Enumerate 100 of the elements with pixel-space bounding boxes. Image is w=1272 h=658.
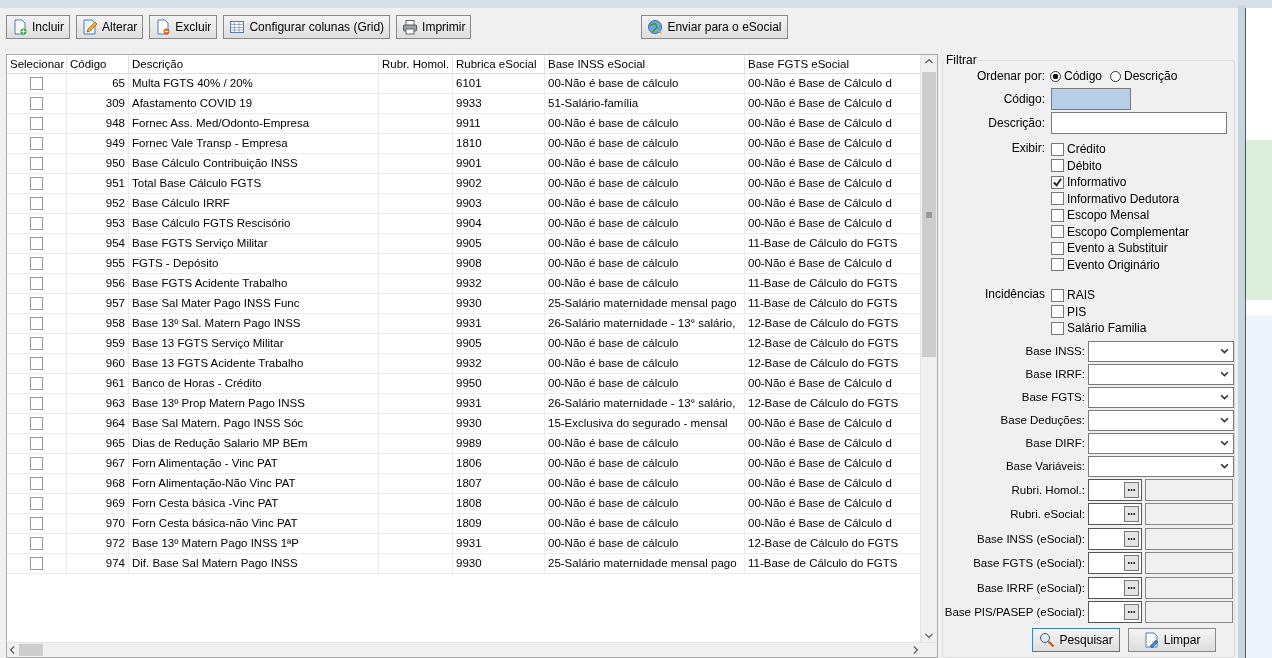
checkbox[interactable] <box>1051 175 1064 189</box>
toolbar-button[interactable]: Imprimir <box>396 15 472 39</box>
input-field[interactable] <box>1088 601 1142 624</box>
ellipsis-button[interactable] <box>1124 481 1139 498</box>
column-header[interactable]: Base INSS eSocial <box>545 55 745 73</box>
column-header[interactable]: Rubrica eSocial <box>453 55 545 73</box>
checkbox[interactable] <box>30 177 43 190</box>
checkbox[interactable] <box>30 477 43 490</box>
checkbox[interactable] <box>30 217 43 230</box>
vertical-scrollbar[interactable] <box>920 55 937 642</box>
radio-button[interactable]: Descrição <box>1110 69 1178 83</box>
table-cell-text: 00-Não é base de cálculo <box>548 496 679 511</box>
column-header[interactable]: Selecionar <box>7 55 67 73</box>
input-field[interactable] <box>1088 478 1142 501</box>
ellipsis-button[interactable] <box>1124 530 1139 547</box>
input-field[interactable] <box>1088 503 1142 526</box>
checkbox[interactable] <box>1051 159 1064 173</box>
dropdown[interactable] <box>1088 455 1234 477</box>
column-header[interactable]: Código <box>67 55 129 73</box>
checkbox-label[interactable]: Informativo Dedutora <box>1067 191 1180 206</box>
action-button[interactable]: Pesquisar <box>1032 627 1121 652</box>
checkbox[interactable] <box>1051 192 1064 206</box>
checkbox-label[interactable]: Escopo Mensal <box>1067 208 1150 223</box>
ellipsis-button[interactable] <box>1124 555 1139 572</box>
input-field[interactable] <box>1088 576 1142 599</box>
table-cell-text: 11-Base de Cálculo do FGTS <box>748 236 898 251</box>
scroll-thumb[interactable] <box>922 72 936 357</box>
toolbar-button[interactable]: Alterar <box>76 15 144 39</box>
ellipsis-button[interactable] <box>1124 579 1139 596</box>
checkbox[interactable] <box>30 157 43 170</box>
input-field[interactable] <box>1088 527 1142 550</box>
checkbox[interactable] <box>1051 225 1064 239</box>
checkbox[interactable] <box>30 357 43 370</box>
ellipsis-button[interactable] <box>1124 604 1139 621</box>
table-cell-text: 967 <box>105 456 125 471</box>
checkbox[interactable] <box>30 457 43 470</box>
checkbox-label[interactable]: Escopo Complementar <box>1067 224 1190 239</box>
checkbox-label[interactable]: Salário Familia <box>1067 321 1147 336</box>
column-header[interactable]: Descrição <box>129 55 379 73</box>
horizontal-scrollbar[interactable] <box>7 642 937 657</box>
checkbox[interactable] <box>30 377 43 390</box>
checkbox-label[interactable]: Crédito <box>1067 142 1106 157</box>
chevron-down-icon <box>1220 439 1229 447</box>
checkbox-label[interactable]: Débito <box>1067 158 1102 173</box>
field-label: Base Variáveis: <box>1004 460 1085 472</box>
checkbox[interactable] <box>1051 208 1064 222</box>
table-cell-text: 6101 <box>456 76 482 91</box>
checkbox[interactable] <box>30 497 43 510</box>
checkbox[interactable] <box>30 197 43 210</box>
table-cell-text: 12-Base de Cálculo do FGTS <box>748 356 899 371</box>
input-field[interactable] <box>1088 552 1142 575</box>
checkbox[interactable] <box>30 297 43 310</box>
toolbar-button[interactable]: Excluir <box>149 15 218 39</box>
checkbox[interactable] <box>30 117 43 130</box>
table-cell-text: 26-Salário maternidade - 13° salário, <box>548 316 736 331</box>
checkbox[interactable] <box>30 277 43 290</box>
checkbox[interactable] <box>30 437 43 450</box>
scroll-thumb[interactable] <box>19 644 43 656</box>
ellipsis-button[interactable] <box>1124 506 1139 523</box>
table-cell-text: Dif. Base Sal Matern Pago INSS <box>132 556 298 571</box>
checkbox[interactable] <box>1051 241 1064 255</box>
input-field[interactable] <box>1051 112 1227 134</box>
checkbox-label[interactable]: Evento Originário <box>1067 257 1160 272</box>
column-header[interactable]: Rubr. Homol. <box>379 55 453 73</box>
checkbox[interactable] <box>1051 305 1064 319</box>
table-cell-text: Base FGTS Acidente Trabalho <box>132 276 288 291</box>
table-cell-text: 972 <box>105 536 125 551</box>
checkbox[interactable] <box>30 317 43 330</box>
send-button[interactable]: Enviar para o eSocial <box>641 15 788 39</box>
checkbox-label[interactable]: RAIS <box>1067 288 1095 303</box>
checkbox[interactable] <box>30 557 43 570</box>
dropdown[interactable] <box>1088 340 1234 362</box>
checkbox[interactable] <box>1051 321 1064 335</box>
checkbox[interactable] <box>30 97 43 110</box>
toolbar-button[interactable]: Incluir <box>6 15 70 39</box>
checkbox[interactable] <box>30 517 43 530</box>
checkbox-label[interactable]: PIS <box>1067 304 1087 319</box>
checkbox[interactable] <box>30 337 43 350</box>
dropdown[interactable] <box>1088 386 1234 408</box>
action-button[interactable]: Limpar <box>1128 627 1217 652</box>
checkbox[interactable] <box>30 77 43 90</box>
checkbox-label[interactable]: Evento a Substituir <box>1067 241 1168 256</box>
checkbox[interactable] <box>30 397 43 410</box>
checkbox[interactable] <box>1051 258 1064 272</box>
checkbox[interactable] <box>1051 142 1064 156</box>
radio-button[interactable]: Código <box>1050 69 1103 83</box>
checkbox-label[interactable]: Informativo <box>1067 175 1127 190</box>
table-cell-text: 9931 <box>456 396 482 411</box>
checkbox[interactable] <box>30 537 43 550</box>
checkbox[interactable] <box>30 417 43 430</box>
toolbar-button[interactable]: Configurar colunas (Grid) <box>223 15 391 39</box>
input-field[interactable] <box>1051 88 1131 110</box>
table-cell-text: 1810 <box>456 136 482 151</box>
checkbox[interactable] <box>30 137 43 150</box>
dropdown[interactable] <box>1088 432 1234 454</box>
checkbox[interactable] <box>30 257 43 270</box>
checkbox[interactable] <box>30 237 43 250</box>
dropdown[interactable] <box>1088 409 1234 431</box>
dropdown[interactable] <box>1088 363 1234 385</box>
checkbox[interactable] <box>1051 288 1064 302</box>
